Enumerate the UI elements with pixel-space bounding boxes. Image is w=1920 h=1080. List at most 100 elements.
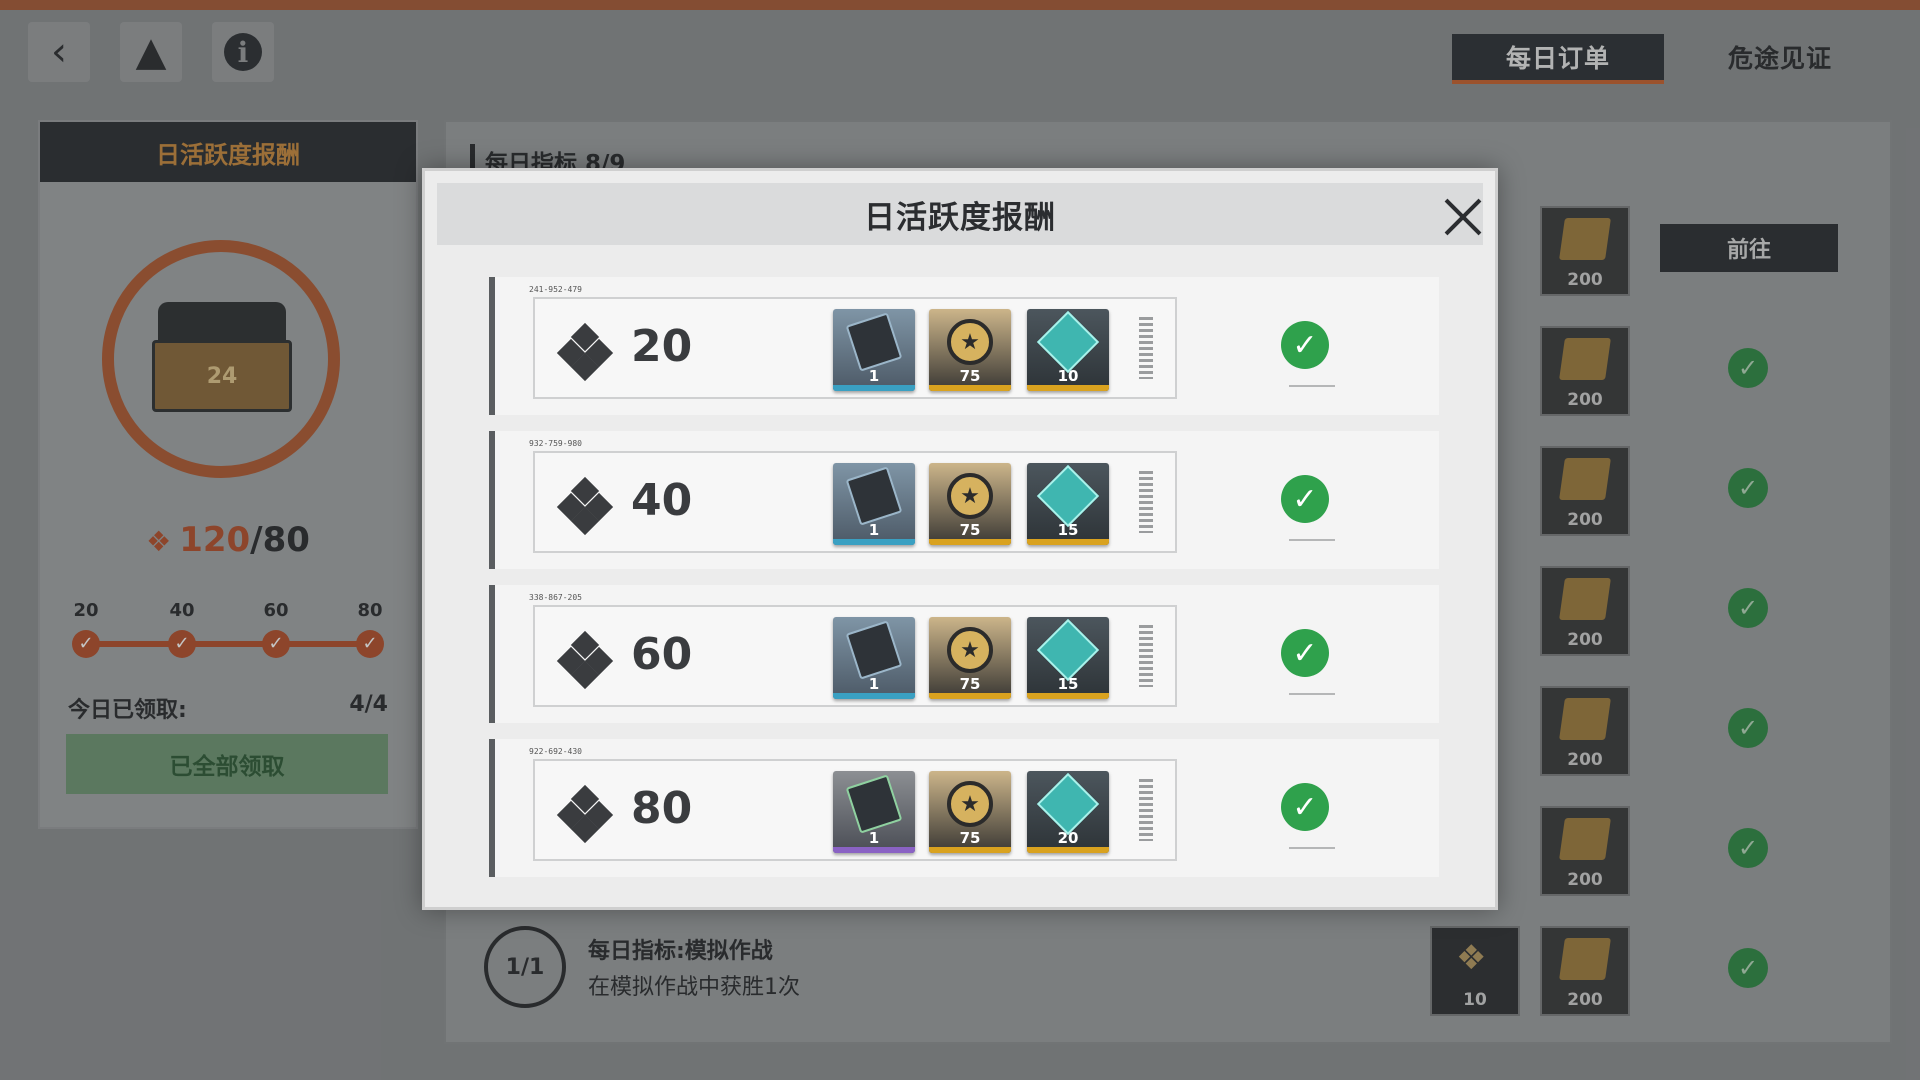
item-qty: 1 bbox=[868, 675, 880, 693]
activity-icon: ❖ bbox=[1456, 938, 1487, 978]
milestone-track: 20 ✓ 40 ✓ 60 ✓ 80 ✓ bbox=[66, 600, 390, 660]
modal-title: 日活跃度报酬 bbox=[864, 199, 1056, 236]
barcode-decoration bbox=[1139, 625, 1153, 687]
reward-tier-row: 922-692-430 80 1 ★ 75 20 ✓ bbox=[489, 739, 1439, 877]
reward-tier-card: 80 1 ★ 75 20 bbox=[533, 759, 1177, 861]
milestone-label: 20 bbox=[73, 600, 99, 621]
item-qty: 75 bbox=[959, 521, 981, 539]
milestone[interactable]: 60 ✓ bbox=[256, 600, 296, 658]
reward-item[interactable]: 1 bbox=[833, 771, 915, 853]
item-qty: 1 bbox=[868, 829, 880, 847]
task-text: 每日指标:模拟作战 在模拟作战中获胜1次 bbox=[588, 933, 800, 1001]
medal-icon: ★ bbox=[947, 473, 993, 519]
goto-button[interactable]: 前往 bbox=[1660, 224, 1838, 272]
reward-item[interactable]: 15 bbox=[1027, 463, 1109, 545]
row-code: 241-952-479 bbox=[529, 285, 582, 294]
tab-perilous-witness[interactable]: 危途见证 bbox=[1690, 34, 1870, 80]
milestone-label: 80 bbox=[357, 600, 383, 621]
reward-ticket: 200 bbox=[1540, 926, 1630, 1016]
row-code: 338-867-205 bbox=[529, 593, 582, 602]
activity-reward-modal: 日活跃度报酬 241-952-479 20 1 ★ 75 10 ✓ 932-759… bbox=[422, 168, 1498, 910]
close-icon[interactable] bbox=[1443, 197, 1483, 237]
activity-icon bbox=[556, 476, 614, 536]
item-qty: 10 bbox=[1057, 367, 1079, 385]
row-code: 932-759-980 bbox=[529, 439, 582, 448]
ticket-icon bbox=[1559, 818, 1611, 860]
activity-threshold: 40 bbox=[631, 475, 693, 526]
row-accent-bar bbox=[489, 431, 495, 569]
reward-ticket: 200 bbox=[1540, 686, 1630, 776]
crystal-icon bbox=[1036, 464, 1100, 528]
reward-item[interactable]: 1 bbox=[833, 309, 915, 391]
chip-icon bbox=[845, 774, 903, 834]
activity-icon bbox=[556, 784, 614, 844]
item-qty: 1 bbox=[868, 521, 880, 539]
reward-tier-card: 60 1 ★ 75 15 bbox=[533, 605, 1177, 707]
item-qty: 75 bbox=[959, 367, 981, 385]
home-button[interactable]: ▲ bbox=[120, 22, 182, 82]
row-accent-bar bbox=[489, 739, 495, 877]
reward-ticket: 200 bbox=[1540, 326, 1630, 416]
reward-item[interactable]: 1 bbox=[833, 463, 915, 545]
panel-title: 日活跃度报酬 bbox=[40, 122, 416, 182]
ticket-icon bbox=[1559, 338, 1611, 380]
crystal-icon bbox=[1036, 310, 1100, 374]
reward-chest[interactable]: 24 bbox=[152, 302, 292, 412]
checkmark-icon: ✓ bbox=[72, 630, 100, 658]
milestone[interactable]: 80 ✓ bbox=[350, 600, 390, 658]
daily-activity-panel: 日活跃度报酬 24 ❖ 120/80 20 ✓ 40 ✓ 60 ✓ 80 ✓ 今日… bbox=[38, 120, 418, 829]
checkmark-icon: ✓ bbox=[1281, 629, 1329, 677]
medal-icon: ★ bbox=[947, 319, 993, 365]
reward-qty: 200 bbox=[1567, 510, 1603, 530]
reward-qty: 200 bbox=[1567, 630, 1603, 650]
medal-icon: ★ bbox=[947, 627, 993, 673]
reward-item[interactable]: ★ 75 bbox=[929, 309, 1011, 391]
ticket-icon bbox=[1559, 218, 1611, 260]
back-button[interactable]: ‹ bbox=[28, 22, 90, 82]
modal-header: 日活跃度报酬 bbox=[437, 183, 1483, 245]
info-button[interactable]: i bbox=[212, 22, 274, 82]
reward-qty: 200 bbox=[1567, 990, 1603, 1010]
reward-item[interactable]: 15 bbox=[1027, 617, 1109, 699]
checkmark-icon: ✓ bbox=[168, 630, 196, 658]
item-qty: 1 bbox=[868, 367, 880, 385]
row-accent-bar bbox=[489, 277, 495, 415]
row-accent-bar bbox=[489, 585, 495, 723]
chip-icon bbox=[845, 620, 903, 680]
reward-item[interactable]: 20 bbox=[1027, 771, 1109, 853]
reward-tier-card: 40 1 ★ 75 15 bbox=[533, 451, 1177, 553]
reward-qty: 200 bbox=[1567, 270, 1603, 290]
reward-ticket: 200 bbox=[1540, 446, 1630, 536]
progress-total: /80 bbox=[250, 520, 310, 560]
claimed-today: 今日已领取: 4/4 bbox=[68, 692, 388, 724]
activity-icon bbox=[556, 630, 614, 690]
ticket-icon bbox=[1559, 698, 1611, 740]
reward-item[interactable]: ★ 75 bbox=[929, 463, 1011, 545]
activity-progress: ❖ 120/80 bbox=[40, 520, 416, 560]
progress-current: 120 bbox=[179, 520, 251, 560]
reward-item[interactable]: ★ 75 bbox=[929, 771, 1011, 853]
divider bbox=[1289, 847, 1335, 849]
ticket-icon bbox=[1559, 578, 1611, 620]
item-qty: 20 bbox=[1057, 829, 1079, 847]
reward-qty: 200 bbox=[1567, 750, 1603, 770]
crystal-icon bbox=[1036, 618, 1100, 682]
barcode-decoration bbox=[1139, 471, 1153, 533]
divider bbox=[1289, 385, 1335, 387]
checkmark-icon: ✓ bbox=[1281, 321, 1329, 369]
milestone[interactable]: 40 ✓ bbox=[162, 600, 202, 658]
activity-threshold: 80 bbox=[631, 783, 693, 834]
checkmark-icon: ✓ bbox=[1728, 948, 1768, 988]
reward-item[interactable]: ★ 75 bbox=[929, 617, 1011, 699]
reward-item[interactable]: 1 bbox=[833, 617, 915, 699]
reward-ticket: 200 bbox=[1540, 806, 1630, 896]
task-simulated-battle: 1/1 每日指标:模拟作战 在模拟作战中获胜1次 bbox=[484, 922, 800, 1012]
reward-tier-card: 20 1 ★ 75 10 bbox=[533, 297, 1177, 399]
tab-daily-order[interactable]: 每日订单 bbox=[1452, 34, 1664, 84]
checkmark-icon: ✓ bbox=[1728, 588, 1768, 628]
checkmark-icon: ✓ bbox=[1728, 708, 1768, 748]
reward-item[interactable]: 10 bbox=[1027, 309, 1109, 391]
chest-lid bbox=[158, 302, 286, 344]
milestone[interactable]: 20 ✓ bbox=[66, 600, 106, 658]
all-claimed-button[interactable]: 已全部领取 bbox=[66, 734, 388, 794]
